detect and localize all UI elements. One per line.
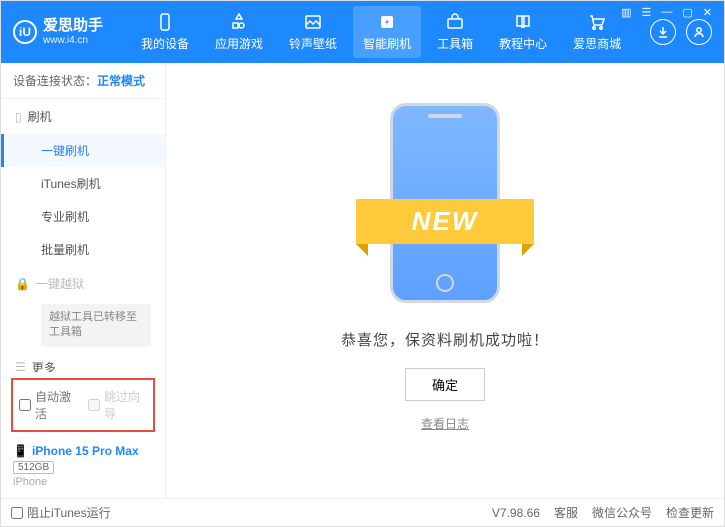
download-button[interactable] bbox=[650, 19, 676, 45]
flash-icon bbox=[377, 12, 397, 32]
success-message: 恭喜您，保资料刷机成功啦！ bbox=[341, 329, 549, 350]
footer-link-update[interactable]: 检查更新 bbox=[666, 504, 714, 521]
version-label: V7.98.66 bbox=[492, 506, 540, 520]
toolbox-icon bbox=[445, 12, 465, 32]
highlighted-options: 自动激活 跳过向导 bbox=[11, 378, 155, 432]
logo: iU 爱思助手 www.i4.cn bbox=[13, 18, 103, 46]
book-icon bbox=[513, 12, 533, 32]
skip-guide-checkbox[interactable]: 跳过向导 bbox=[88, 388, 147, 422]
window-controls: ▥ ☰ — ▢ ✕ bbox=[618, 6, 715, 19]
device-storage: 512GB bbox=[13, 461, 54, 474]
logo-icon: iU bbox=[13, 20, 37, 44]
image-icon bbox=[303, 12, 323, 32]
auto-activate-checkbox[interactable]: 自动激活 bbox=[19, 388, 78, 422]
view-log-link[interactable]: 查看日志 bbox=[421, 415, 469, 432]
header: iU 爱思助手 www.i4.cn 我的设备 应用游戏 铃声壁纸 智能刷机 bbox=[1, 1, 724, 63]
top-nav: 我的设备 应用游戏 铃声壁纸 智能刷机 工具箱 教程中心 bbox=[131, 6, 650, 58]
nav-my-device[interactable]: 我的设备 bbox=[131, 6, 199, 58]
ok-button[interactable]: 确定 bbox=[405, 368, 485, 401]
settings-icon[interactable]: ☰ bbox=[639, 6, 655, 19]
phone-small-icon: 📱 bbox=[13, 444, 28, 458]
close-icon[interactable]: ✕ bbox=[700, 6, 715, 19]
app-title: 爱思助手 bbox=[43, 18, 103, 35]
nav-tutorial[interactable]: 教程中心 bbox=[489, 6, 557, 58]
phone-icon: ▯ bbox=[15, 110, 22, 124]
minimize-icon[interactable]: — bbox=[658, 6, 675, 19]
sidebar-group-more[interactable]: ☰更多 bbox=[1, 350, 165, 372]
device-info: 📱iPhone 15 Pro Max 512GB iPhone bbox=[1, 438, 165, 498]
main-content: NEW 恭喜您，保资料刷机成功啦！ 确定 查看日志 bbox=[166, 63, 724, 498]
apps-icon bbox=[229, 12, 249, 32]
device-name[interactable]: 📱iPhone 15 Pro Max bbox=[13, 444, 153, 458]
device-type: iPhone bbox=[13, 476, 153, 488]
jailbreak-note: 越狱工具已转移至工具箱 bbox=[41, 304, 151, 347]
connection-status: 设备连接状态：正常模式 bbox=[1, 63, 165, 99]
device-icon bbox=[155, 12, 175, 32]
maximize-icon[interactable]: ▢ bbox=[679, 6, 695, 19]
app-subtitle: www.i4.cn bbox=[43, 35, 103, 46]
footer-link-support[interactable]: 客服 bbox=[554, 504, 578, 521]
nav-ringtones[interactable]: 铃声壁纸 bbox=[279, 6, 347, 58]
block-itunes-checkbox[interactable]: 阻止iTunes运行 bbox=[11, 504, 111, 521]
new-ribbon: NEW bbox=[356, 199, 534, 244]
sidebar-group-jailbreak[interactable]: 🔒一键越狱 bbox=[1, 266, 165, 301]
cart-icon bbox=[587, 12, 607, 32]
footer: 阻止iTunes运行 V7.98.66 客服 微信公众号 检查更新 bbox=[1, 498, 724, 526]
nav-toolbox[interactable]: 工具箱 bbox=[427, 6, 483, 58]
sidebar-item-batch-flash[interactable]: 批量刷机 bbox=[1, 233, 165, 266]
nav-smart-flash[interactable]: 智能刷机 bbox=[353, 6, 421, 58]
nav-apps-games[interactable]: 应用游戏 bbox=[205, 6, 273, 58]
lock-icon: 🔒 bbox=[15, 277, 30, 291]
sidebar-item-oneclick-flash[interactable]: 一键刷机 bbox=[1, 134, 165, 167]
user-button[interactable] bbox=[686, 19, 712, 45]
phone-illustration: NEW bbox=[370, 103, 520, 303]
menu-icon: ☰ bbox=[15, 360, 26, 372]
sidebar-item-pro-flash[interactable]: 专业刷机 bbox=[1, 200, 165, 233]
sidebar: 设备连接状态：正常模式 ▯刷机 一键刷机 iTunes刷机 专业刷机 批量刷机 … bbox=[1, 63, 166, 498]
sidebar-item-itunes-flash[interactable]: iTunes刷机 bbox=[1, 167, 165, 200]
sidebar-group-flash[interactable]: ▯刷机 bbox=[1, 99, 165, 134]
basket-icon[interactable]: ▥ bbox=[618, 6, 634, 19]
footer-link-wechat[interactable]: 微信公众号 bbox=[592, 504, 652, 521]
